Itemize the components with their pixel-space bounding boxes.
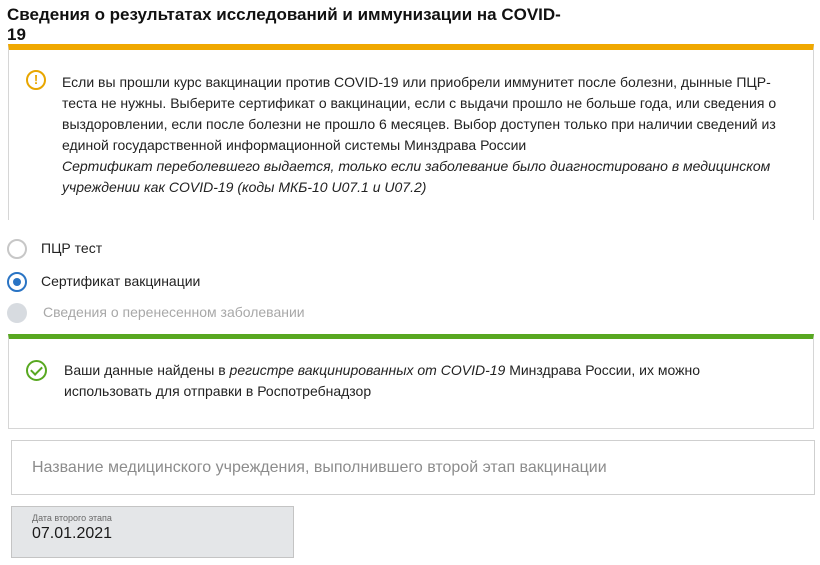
second-stage-date-label: Дата второго этапа <box>32 513 112 523</box>
second-stage-date-value: 07.01.2021 <box>32 525 113 542</box>
second-stage-date-field: Дата второго этапа 07.01.2021 <box>11 506 294 558</box>
page-title: Сведения о результатах исследований и им… <box>7 5 561 44</box>
radio-button-unchecked[interactable] <box>7 239 27 259</box>
exclamation-circle-icon: ! <box>26 70 46 90</box>
radio-option-pcr-test[interactable]: ПЦР тест <box>7 236 427 259</box>
radio-label-pcr-test[interactable]: ПЦР тест <box>41 240 102 256</box>
warning-text-block: Если вы прошли курс вакцинации против CO… <box>62 72 792 198</box>
radio-button-checked[interactable] <box>7 272 27 292</box>
radio-button-disabled <box>7 303 27 323</box>
success-panel: Ваши данные найдены в регистре вакциниро… <box>8 334 814 429</box>
success-text-start: Ваши данные найдены в <box>64 362 230 378</box>
medical-institution-field[interactable] <box>11 440 815 495</box>
warning-note: Сертификат переболевшего выдается, тольк… <box>62 158 771 195</box>
medical-institution-input[interactable] <box>12 441 814 494</box>
radio-option-vaccination-certificate[interactable]: Сертификат вакцинации <box>7 269 427 292</box>
radio-label-illness-info: Сведения о перенесенном заболевании <box>43 304 305 320</box>
success-text: Ваши данные найдены в регистре вакциниро… <box>64 360 784 402</box>
warning-text: Если вы прошли курс вакцинации против CO… <box>62 74 777 153</box>
radio-option-illness-info: Сведения о перенесенном заболевании <box>7 300 427 323</box>
success-text-registry: регистре вакцинированных от COVID-19 <box>229 362 506 378</box>
radio-label-vaccination-certificate[interactable]: Сертификат вакцинации <box>41 273 200 289</box>
check-circle-icon <box>26 360 47 381</box>
warning-panel: ! Если вы прошли курс вакцинации против … <box>8 44 814 220</box>
